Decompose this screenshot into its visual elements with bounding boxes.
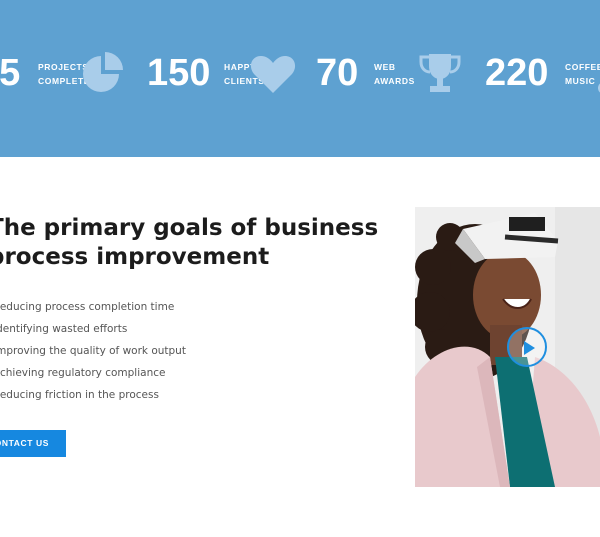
stat-coffee-music: 220 COFFEE MUSIC bbox=[485, 42, 600, 102]
video-thumbnail[interactable] bbox=[415, 207, 600, 487]
list-item: Reducing process completion time bbox=[0, 301, 175, 313]
music-icon bbox=[598, 83, 600, 93]
section-heading: The primary goals of business process im… bbox=[0, 215, 379, 270]
stat-projects-completed: 95 PROJECTSCOMPLETED bbox=[0, 42, 138, 102]
list-item: Improving the quality of work output bbox=[0, 345, 186, 357]
heart-icon bbox=[250, 56, 296, 93]
contact-us-button[interactable]: CONTACT US bbox=[0, 430, 66, 457]
stat-number: 70 bbox=[316, 52, 359, 94]
list-item: Reducing friction in the process bbox=[0, 389, 159, 401]
stat-number: 220 bbox=[485, 52, 549, 94]
stat-web-awards: 70 WEB AWARDS bbox=[316, 42, 466, 102]
play-icon bbox=[524, 341, 535, 355]
goals-list: Reducing process completion time Identif… bbox=[0, 296, 186, 406]
pie-chart-icon bbox=[83, 52, 123, 92]
play-button[interactable] bbox=[507, 327, 547, 367]
list-item: Identifying wasted efforts bbox=[0, 323, 128, 335]
stat-happy-clients: 150 HAPPY CLIENTS bbox=[147, 42, 297, 102]
stat-label: WEB AWARDS bbox=[374, 62, 415, 86]
list-item: Achieving regulatory compliance bbox=[0, 367, 166, 379]
trophy-icon bbox=[419, 54, 461, 92]
stat-number: 150 bbox=[147, 52, 211, 94]
stat-number: 95 bbox=[0, 52, 21, 94]
stats-band: 95 PROJECTSCOMPLETED 150 HAPPYCLIENTS 70… bbox=[0, 0, 600, 157]
